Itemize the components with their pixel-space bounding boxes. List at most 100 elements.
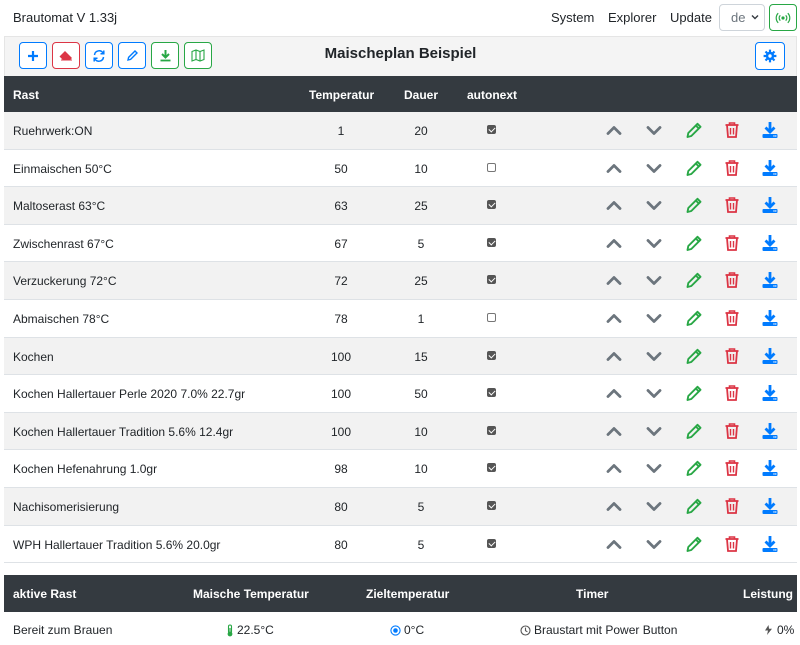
delete-step-button[interactable]	[722, 308, 742, 328]
move-down-button[interactable]	[644, 458, 664, 478]
edit-step-button[interactable]	[684, 195, 704, 215]
step-temperature: 100	[330, 349, 352, 364]
delete-step-button[interactable]	[722, 195, 742, 215]
move-down-button[interactable]	[644, 270, 664, 290]
move-down-button[interactable]	[644, 421, 664, 441]
pencil-icon	[684, 348, 704, 369]
nav-explorer[interactable]: Explorer	[608, 10, 656, 25]
download-step-button[interactable]	[760, 158, 780, 178]
language-select[interactable]: de	[719, 4, 765, 31]
autonext-checkbox[interactable]	[487, 313, 496, 322]
autonext-checkbox[interactable]	[487, 425, 496, 435]
table-row: WPH Hallertauer Tradition 5.6% 20.0gr 80 5	[4, 526, 797, 564]
move-up-button[interactable]	[604, 233, 624, 253]
move-down-button[interactable]	[644, 346, 664, 366]
import-button[interactable]	[151, 42, 179, 69]
delete-step-button[interactable]	[722, 158, 742, 178]
map-button[interactable]	[184, 42, 212, 69]
move-up-button[interactable]	[604, 195, 624, 215]
pencil-icon	[684, 122, 704, 143]
move-down-button[interactable]	[644, 120, 664, 140]
move-up-button[interactable]	[604, 383, 624, 403]
move-down-button[interactable]	[644, 233, 664, 253]
nav-update[interactable]: Update	[670, 10, 712, 25]
download-step-button[interactable]	[760, 421, 780, 441]
move-down-button[interactable]	[644, 195, 664, 215]
move-up-button[interactable]	[604, 158, 624, 178]
trash-icon	[722, 122, 742, 143]
download-step-button[interactable]	[760, 233, 780, 253]
move-up-button[interactable]	[604, 346, 624, 366]
edit-step-button[interactable]	[684, 120, 704, 140]
broadcast-button[interactable]	[769, 4, 797, 31]
move-down-button[interactable]	[644, 308, 664, 328]
edit-step-button[interactable]	[684, 346, 704, 366]
download-step-button[interactable]	[760, 496, 780, 516]
autonext-checkbox[interactable]	[487, 200, 496, 210]
move-down-button[interactable]	[644, 158, 664, 178]
delete-step-button[interactable]	[722, 458, 742, 478]
clear-plan-button[interactable]	[52, 42, 80, 69]
edit-step-button[interactable]	[684, 158, 704, 178]
download-icon	[760, 272, 780, 293]
delete-step-button[interactable]	[722, 496, 742, 516]
move-up-button[interactable]	[604, 534, 624, 554]
header-rast: Rast	[13, 88, 40, 102]
delete-step-button[interactable]	[722, 421, 742, 441]
nav-system[interactable]: System	[551, 10, 594, 25]
chevron-up-icon	[604, 163, 624, 181]
edit-step-button[interactable]	[684, 308, 704, 328]
move-down-button[interactable]	[644, 496, 664, 516]
autonext-checkbox[interactable]	[487, 237, 496, 247]
move-down-button[interactable]	[644, 383, 664, 403]
download-step-button[interactable]	[760, 195, 780, 215]
edit-step-button[interactable]	[684, 458, 704, 478]
settings-button[interactable]	[755, 42, 785, 70]
move-down-button[interactable]	[644, 534, 664, 554]
delete-step-button[interactable]	[722, 383, 742, 403]
edit-step-button[interactable]	[684, 233, 704, 253]
download-step-button[interactable]	[760, 346, 780, 366]
autonext-checkbox[interactable]	[487, 350, 496, 360]
move-up-button[interactable]	[604, 496, 624, 516]
add-step-button[interactable]	[19, 42, 47, 69]
delete-step-button[interactable]	[722, 534, 742, 554]
edit-step-button[interactable]	[684, 534, 704, 554]
refresh-icon	[93, 49, 105, 62]
move-up-button[interactable]	[604, 270, 624, 290]
move-up-button[interactable]	[604, 421, 624, 441]
download-step-button[interactable]	[760, 120, 780, 140]
delete-step-button[interactable]	[722, 120, 742, 140]
edit-plan-button[interactable]	[118, 42, 146, 69]
move-up-button[interactable]	[604, 308, 624, 328]
download-step-button[interactable]	[760, 270, 780, 290]
download-icon	[160, 50, 170, 62]
autonext-checkbox[interactable]	[487, 388, 496, 398]
autonext-checkbox[interactable]	[487, 125, 496, 134]
move-up-button[interactable]	[604, 458, 624, 478]
edit-step-button[interactable]	[684, 496, 704, 516]
delete-step-button[interactable]	[722, 270, 742, 290]
download-step-button[interactable]	[760, 383, 780, 403]
autonext-checkbox[interactable]	[487, 275, 496, 285]
delete-step-button[interactable]	[722, 346, 742, 366]
autonext-checkbox[interactable]	[487, 162, 496, 172]
chevron-down-icon	[751, 15, 759, 20]
refresh-button[interactable]	[85, 42, 113, 69]
step-temperature: 80	[334, 537, 348, 552]
download-step-button[interactable]	[760, 458, 780, 478]
download-step-button[interactable]	[760, 308, 780, 328]
edit-step-button[interactable]	[684, 270, 704, 290]
autonext-checkbox[interactable]	[487, 501, 496, 510]
move-up-button[interactable]	[604, 120, 624, 140]
download-step-button[interactable]	[760, 534, 780, 554]
edit-step-button[interactable]	[684, 383, 704, 403]
brand-title[interactable]: Brautomat V 1.33j	[13, 10, 117, 25]
autonext-checkbox[interactable]	[487, 538, 496, 548]
navbar: Brautomat V 1.33j System Explorer Update…	[0, 0, 800, 36]
chevron-up-icon	[604, 426, 624, 444]
edit-step-button[interactable]	[684, 421, 704, 441]
delete-step-button[interactable]	[722, 233, 742, 253]
autonext-checkbox[interactable]	[487, 463, 496, 473]
pencil-icon	[684, 461, 704, 481]
